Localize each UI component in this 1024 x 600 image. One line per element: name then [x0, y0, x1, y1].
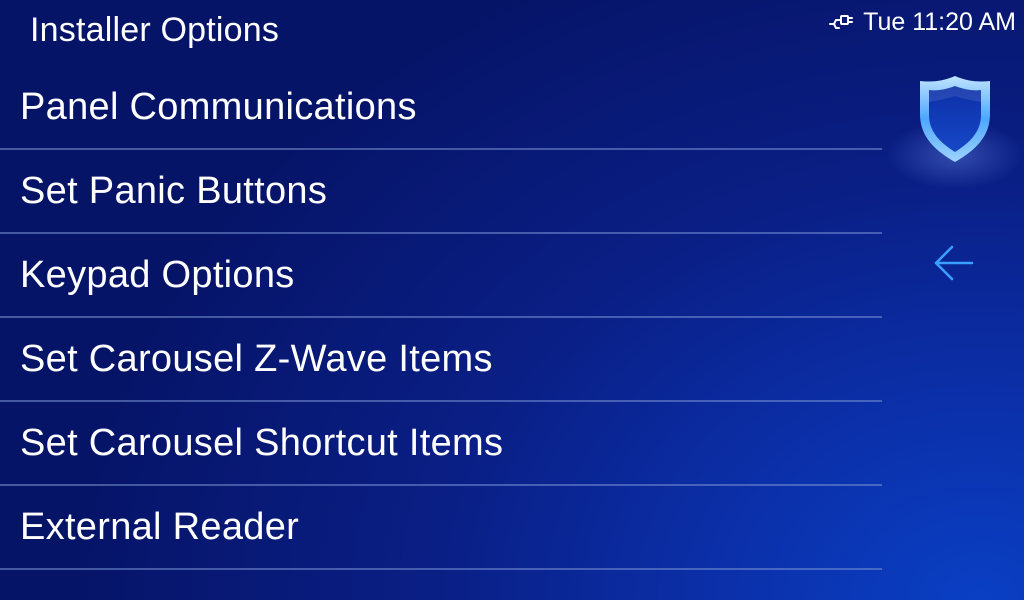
menu-item-external-reader[interactable]: External Reader — [0, 486, 882, 570]
menu-item-panel-communications[interactable]: Panel Communications — [0, 66, 882, 150]
clock: Tue 11:20 AM — [863, 8, 1016, 36]
back-arrow-icon — [932, 243, 976, 288]
menu-list: Panel Communications Set Panic Buttons K… — [0, 66, 882, 570]
ethernet-icon — [827, 11, 854, 33]
menu-item-label: Keypad Options — [20, 253, 295, 296]
menu-item-label: Set Carousel Z-Wave Items — [20, 337, 493, 380]
installer-options-screen: Installer Options Tue 11:20 AM Panel Com… — [0, 0, 1024, 600]
back-button[interactable] — [926, 240, 982, 290]
menu-item-keypad-options[interactable]: Keypad Options — [0, 234, 882, 318]
menu-item-set-carousel-zwave-items[interactable]: Set Carousel Z-Wave Items — [0, 318, 882, 402]
menu-item-label: Panel Communications — [20, 85, 417, 128]
status-bar: Tue 11:20 AM — [827, 6, 1016, 38]
menu-item-label: External Reader — [20, 505, 300, 548]
menu-item-set-panic-buttons[interactable]: Set Panic Buttons — [0, 150, 882, 234]
menu-item-set-carousel-shortcut-items[interactable]: Set Carousel Shortcut Items — [0, 402, 882, 486]
menu-item-label: Set Panic Buttons — [20, 169, 328, 212]
menu-item-label: Set Carousel Shortcut Items — [20, 421, 504, 464]
page-title: Installer Options — [30, 11, 280, 49]
shield-icon[interactable] — [914, 72, 996, 168]
